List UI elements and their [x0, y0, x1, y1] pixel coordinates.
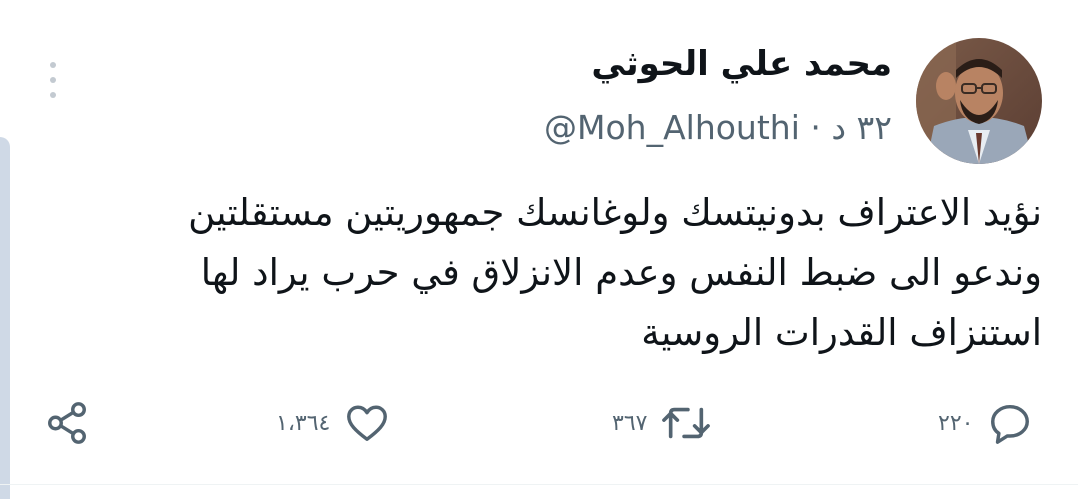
meta-separator: ·: [799, 108, 832, 147]
avatar[interactable]: [916, 38, 1042, 164]
dot: [50, 62, 56, 68]
reply-count: ٢٢٠: [938, 410, 974, 436]
like-count: ١،٣٦٤: [276, 410, 331, 436]
tweet-actions-bar: ١،٣٦٤ ٣٦٧ ٢٢٠: [0, 395, 1078, 455]
tweet-timestamp[interactable]: ٣٢ د: [831, 108, 892, 147]
tweet-text: نؤيد الاعتراف بدونيتسك ولوغانسك جمهوريتي…: [52, 183, 1042, 363]
author-handle[interactable]: @Moh_Alhouthi: [544, 108, 800, 147]
tweet-text-line: استنزاف القدرات الروسية: [641, 311, 1042, 354]
share-button[interactable]: [44, 395, 90, 451]
retweet-icon: [662, 407, 711, 439]
dot: [50, 92, 56, 98]
dot: [50, 77, 56, 83]
retweet-button[interactable]: ٣٦٧: [612, 395, 711, 451]
share-icon: [48, 402, 86, 444]
author-display-name[interactable]: محمد علي الحوثي: [591, 44, 892, 84]
tweet-text-line: وندعو الى ضبط النفس وعدم الانزلاق في حرب…: [200, 251, 1042, 294]
reply-button[interactable]: ٢٢٠: [938, 395, 1033, 451]
like-icon: [347, 405, 388, 442]
tweet-meta: @Moh_Alhouthi · ٣٢ د: [544, 108, 892, 147]
like-button[interactable]: ١،٣٦٤: [276, 395, 390, 451]
divider: [0, 484, 1078, 485]
retweet-count: ٣٦٧: [612, 410, 648, 436]
tweet-text-line: نؤيد الاعتراف بدونيتسك ولوغانسك جمهوريتي…: [188, 191, 1042, 234]
avatar-image: [916, 38, 1042, 164]
more-options-icon[interactable]: [44, 62, 62, 98]
reply-icon: [991, 404, 1030, 444]
